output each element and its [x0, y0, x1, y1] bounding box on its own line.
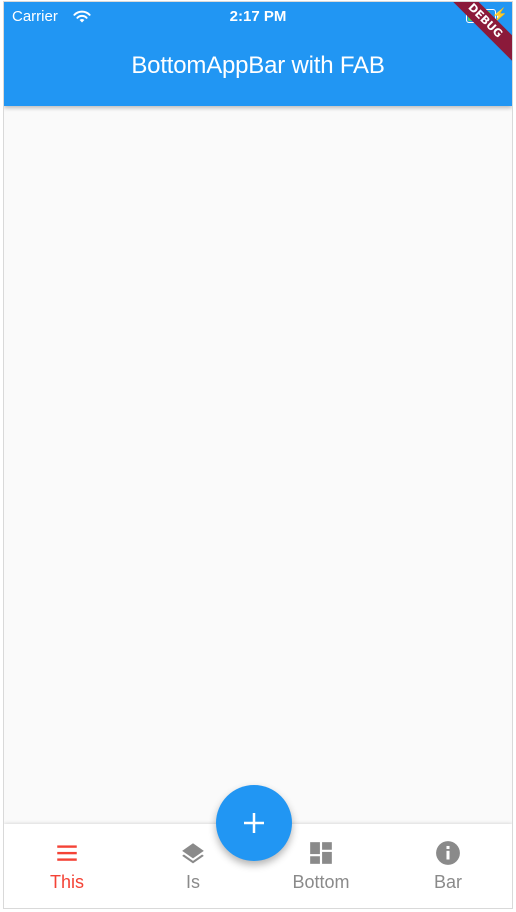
plus-icon: [244, 813, 264, 833]
status-bar: Carrier 2:17 PM ⚡: [4, 2, 512, 32]
layers-icon: [182, 843, 204, 864]
nav-label: Is: [185, 872, 200, 892]
nav-label: Bottom: [292, 872, 350, 892]
info-icon: [436, 841, 460, 865]
nav-label: Bar: [433, 872, 462, 892]
menu-icon: [57, 845, 77, 861]
app-screen: Carrier 2:17 PM ⚡ BottomAppBar with FAB …: [4, 2, 512, 908]
nav-item-this[interactable]: This: [12, 840, 122, 893]
clock: 2:17 PM: [229, 8, 287, 25]
nav-label: This: [49, 872, 84, 892]
content-area: [4, 106, 512, 824]
nav-item-bar[interactable]: Bar: [393, 840, 503, 893]
add-fab-button[interactable]: [216, 785, 292, 861]
page-title: BottomAppBar with FAB: [131, 52, 385, 79]
dashboard-icon: [310, 842, 332, 864]
app-bar: Carrier 2:17 PM ⚡ BottomAppBar with FAB: [4, 2, 512, 106]
